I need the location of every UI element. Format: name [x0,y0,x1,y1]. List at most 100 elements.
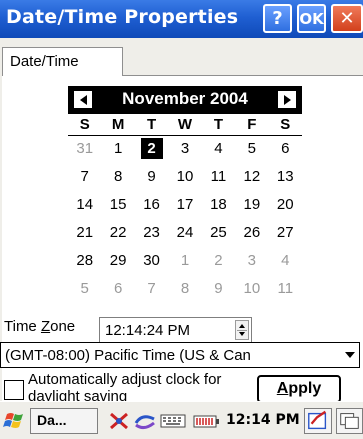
calendar-day[interactable]: 8 [101,166,134,194]
ok-button[interactable]: OK [297,4,326,33]
time-picker[interactable]: 12:14:24 PM [99,317,252,343]
calendar-day-number: 22 [109,224,127,241]
input-panel-button[interactable] [304,408,332,434]
apply-button[interactable]: Apply [257,375,341,403]
calendar-day[interactable]: 21 [68,222,101,250]
day-grid: 31 1 2 3 4 5 6 7 8 9 10 11 12 13 14 15 16 17 18 19 20 21 22 23 2… [68,138,302,306]
calendar-day[interactable]: 18 [202,194,235,222]
time-value[interactable]: 12:14:24 PM [105,322,190,339]
calendar-day-number: 15 [109,196,127,213]
calendar-day[interactable]: 7 [135,278,168,306]
calendar-day[interactable]: 8 [168,278,201,306]
calendar-day-number: 9 [147,168,156,185]
dst-checkbox-label[interactable]: Automatically adjust clock for daylight … [28,371,228,405]
calendar-day-number: 5 [80,280,89,297]
spin-down-icon[interactable] [239,332,245,336]
calendar-day[interactable]: 29 [101,250,134,278]
calendar-day[interactable]: 3 [235,250,268,278]
desktop-toggle-button[interactable] [336,408,363,434]
calendar-day[interactable]: 10 [235,278,268,306]
taskbar-item-datetime[interactable]: Da... [30,408,98,434]
calendar-day-number: 16 [143,196,160,213]
keyboard-icon[interactable] [160,411,186,431]
calendar-day-number: 3 [180,140,190,157]
calendar-day[interactable]: 14 [68,194,101,222]
calendar-day[interactable]: 1 [101,138,134,166]
taskbar-clock[interactable]: 12:14 PM [226,412,300,428]
next-month-button[interactable] [278,91,296,108]
calendar-day[interactable]: 30 [135,250,168,278]
calendar-day[interactable]: 9 [135,166,168,194]
title-bar: Date/Time Properties ? OK ✕ [0,0,363,38]
calendar-day-number: 29 [109,252,127,269]
calendar-day[interactable]: 3 [168,138,201,166]
connectivity-icon[interactable] [108,411,130,431]
month-calendar: November 2004 S M T W T F S 31 1 2 3 4 5 6 7 8 9 1… [68,86,302,308]
arrow-right-icon [283,94,291,105]
calendar-day[interactable]: 10 [168,166,201,194]
weekday-label: W [177,116,193,133]
calendar-day-number: 27 [276,224,294,241]
calendar-day-number: 23 [143,224,160,241]
dst-checkbox[interactable] [4,380,24,400]
weekday-label: T [213,116,223,133]
calendar-day[interactable]: 15 [101,194,134,222]
calendar-day-number: 30 [143,252,160,269]
calendar-day[interactable]: 2 [135,138,168,166]
calendar-day[interactable]: 9 [202,278,235,306]
weekday-label: S [280,116,291,133]
calendar-day[interactable]: 13 [269,166,302,194]
calendar-day[interactable]: 2 [202,250,235,278]
spin-up-icon[interactable] [239,324,245,328]
calendar-day-number: 6 [113,280,123,297]
weekday-label: S [79,116,90,133]
calendar-day[interactable]: 5 [235,138,268,166]
calendar-day[interactable]: 7 [68,166,101,194]
calendar-day[interactable]: 17 [168,194,201,222]
battery-icon[interactable] [192,411,220,431]
sync-icon[interactable] [134,411,156,431]
windows-icon [340,413,359,429]
apply-accel: A [276,380,289,397]
calendar-day-number: 25 [210,224,227,241]
calendar-day[interactable]: 6 [101,278,134,306]
calendar-day[interactable]: 1 [168,250,201,278]
calendar-day-number: 1 [113,140,123,157]
calendar-day[interactable]: 16 [135,194,168,222]
calendar-day[interactable]: 26 [235,222,268,250]
close-button[interactable]: ✕ [331,4,363,33]
calendar-day[interactable]: 19 [235,194,268,222]
previous-month-button[interactable] [74,91,92,108]
calendar-day[interactable]: 24 [168,222,201,250]
dropdown-button[interactable] [342,344,358,366]
calendar-day-number: 4 [281,252,290,269]
calendar-day[interactable]: 27 [269,222,302,250]
calendar-day[interactable]: 31 [68,138,101,166]
calendar-day[interactable]: 6 [269,138,302,166]
timezone-dropdown[interactable]: (GMT-08:00) Pacific Time (US & Can [0,342,360,368]
calendar-day-number: 8 [113,168,123,185]
help-button[interactable]: ? [263,4,292,33]
calendar-day[interactable]: 28 [68,250,101,278]
weekday-header: S M T W T F S [68,116,302,136]
calendar-day[interactable]: 4 [269,250,302,278]
calendar-day[interactable]: 23 [135,222,168,250]
calendar-day[interactable]: 20 [269,194,302,222]
calendar-day[interactable]: 4 [202,138,235,166]
calendar-day-number: 18 [210,196,227,213]
tab-date-time[interactable]: Date/Time [2,47,123,76]
calendar-day-number: 5 [247,140,257,157]
calendar-day[interactable]: 5 [68,278,101,306]
calendar-day[interactable]: 11 [269,278,302,306]
timezone-label-text: one [50,318,76,335]
month-year-label[interactable]: November 2004 [98,89,272,109]
calendar-day[interactable]: 25 [202,222,235,250]
timezone-label-accel: Z [40,318,51,335]
calendar-day[interactable]: 12 [235,166,268,194]
weekday-label: F [247,116,257,133]
calendar-day[interactable]: 22 [101,222,134,250]
calendar-day[interactable]: 11 [202,166,235,194]
start-flag-icon[interactable] [3,410,27,432]
calendar-day-number: 7 [147,280,156,297]
time-spinner[interactable] [235,320,249,340]
